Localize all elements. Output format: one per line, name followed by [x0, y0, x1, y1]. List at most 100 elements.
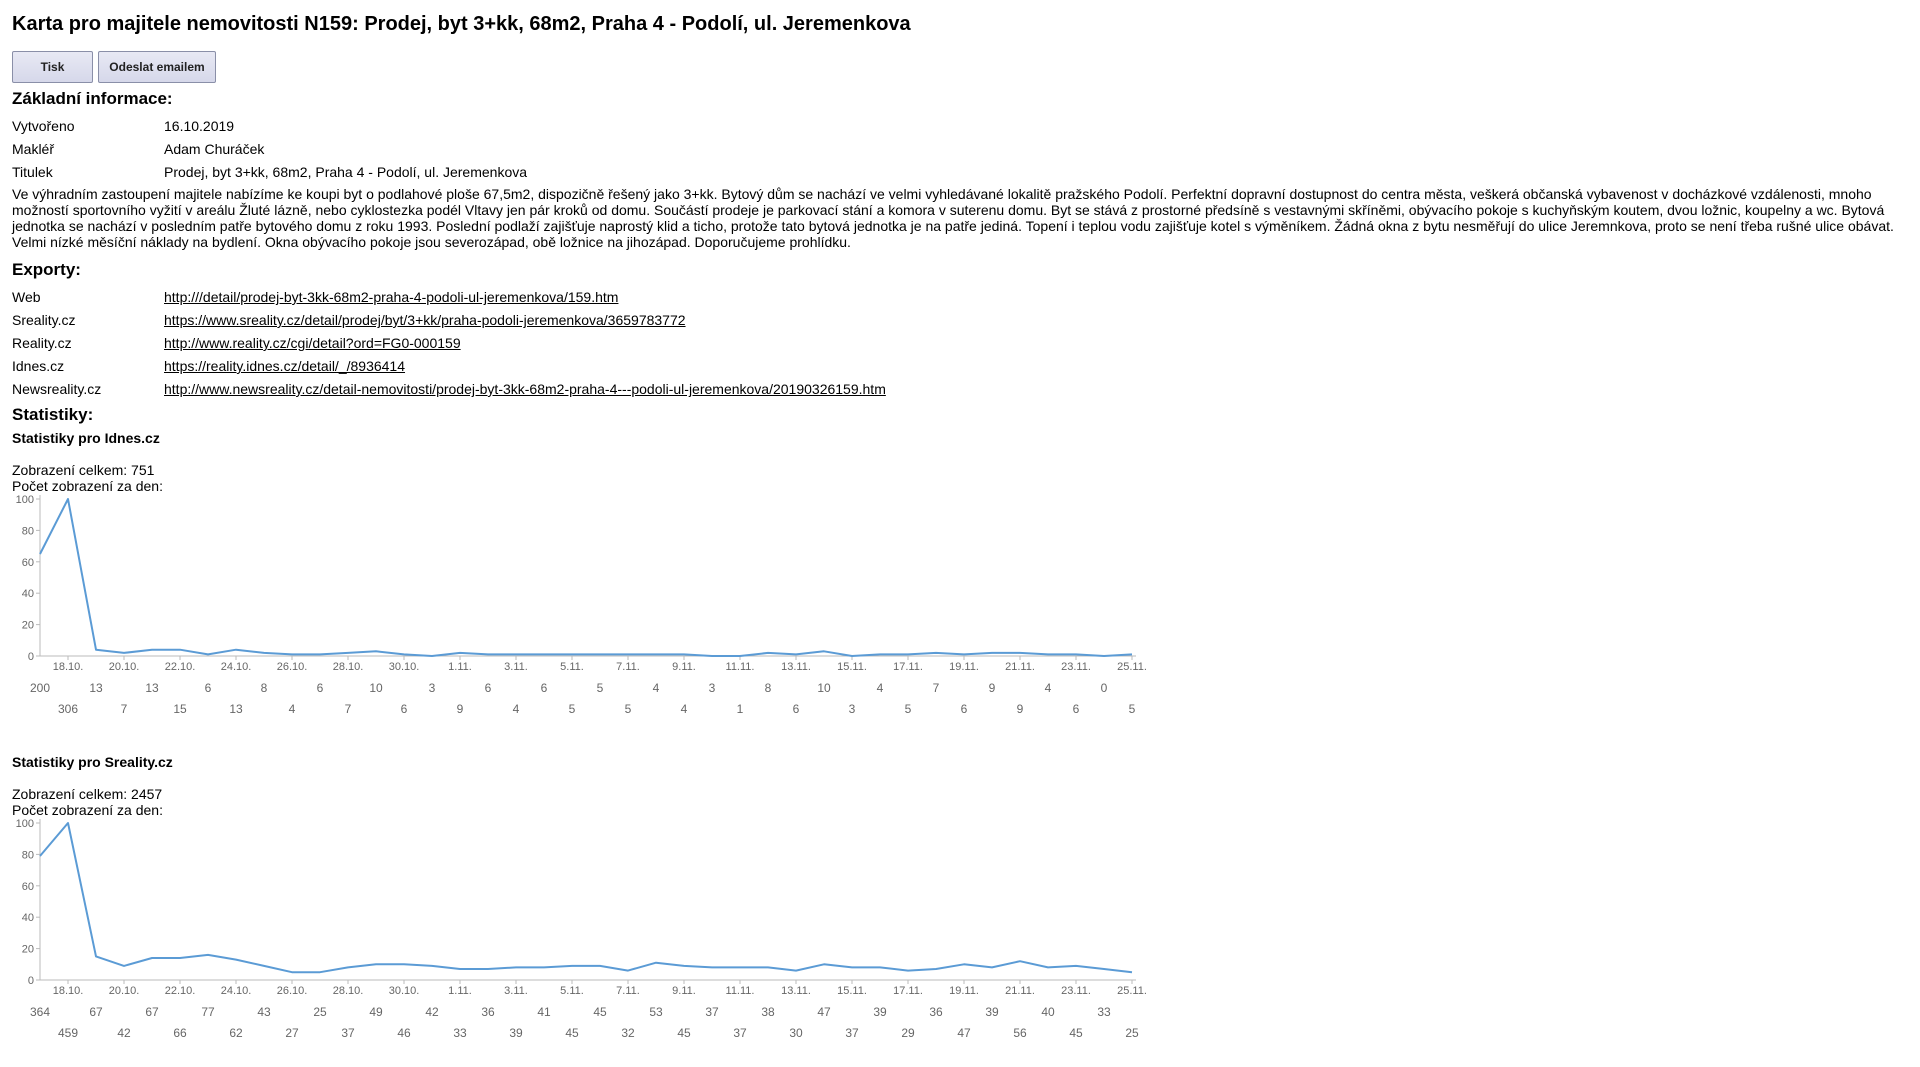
data-point	[234, 648, 238, 652]
daily-count-label: 43	[257, 1005, 271, 1019]
data-point	[878, 965, 882, 969]
daily-count-label: 459	[58, 1026, 78, 1040]
x-tick-label: 24.10.	[221, 661, 252, 673]
x-tick-label: 1.11.	[448, 985, 472, 997]
data-point	[66, 497, 70, 501]
daily-count-label: 5	[597, 681, 604, 695]
y-tick-label: 100	[16, 818, 34, 830]
export-link-idnes[interactable]: https://reality.idnes.cz/detail/_/893641…	[164, 358, 405, 374]
created-value: 16.10.2019	[164, 118, 235, 134]
statistics-heading: Statistiky:	[12, 405, 94, 424]
data-point	[318, 652, 322, 656]
data-point	[318, 970, 322, 974]
daily-count-label: 9	[1017, 702, 1024, 716]
agent-label: Makléř	[12, 141, 55, 157]
x-tick-label: 26.10.	[277, 985, 308, 997]
daily-count-label: 8	[261, 681, 268, 695]
data-point	[178, 648, 182, 652]
data-point	[1018, 651, 1022, 655]
data-point	[374, 962, 378, 966]
data-point	[150, 956, 154, 960]
export-link-newsreality[interactable]: http://www.newsreality.cz/detail-nemovit…	[164, 381, 886, 397]
data-point	[990, 651, 994, 655]
y-tick-label: 20	[22, 944, 34, 956]
daily-count-label: 9	[457, 702, 464, 716]
daily-count-label: 200	[30, 681, 50, 695]
y-tick-label: 40	[22, 912, 34, 924]
data-point	[178, 956, 182, 960]
daily-count-label: 13	[229, 702, 243, 716]
daily-count-label: 0	[1101, 681, 1108, 695]
daily-count-label: 27	[285, 1026, 299, 1040]
daily-count-label: 6	[961, 702, 968, 716]
x-tick-label: 11.11.	[726, 985, 755, 997]
daily-count-label: 45	[565, 1026, 579, 1040]
data-point	[850, 965, 854, 969]
daily-count-label: 13	[89, 681, 103, 695]
x-tick-label: 25.11.	[1117, 661, 1147, 673]
daily-count-label: 3	[429, 681, 436, 695]
data-point	[38, 552, 42, 556]
data-point	[374, 649, 378, 653]
data-point	[850, 654, 854, 658]
data-point	[710, 654, 714, 658]
daily-count-label: 6	[205, 681, 212, 695]
data-point	[1130, 970, 1134, 974]
daily-count-label: 25	[313, 1005, 327, 1019]
x-tick-label: 5.11.	[560, 661, 584, 673]
x-tick-label: 17.11.	[893, 985, 923, 997]
data-point	[514, 652, 518, 656]
daily-count-label: 39	[873, 1005, 887, 1019]
x-tick-label: 28.10.	[333, 661, 364, 673]
basic-info-heading: Základní informace:	[12, 89, 173, 108]
daily-count-label: 7	[933, 681, 940, 695]
daily-count-label: 15	[173, 702, 187, 716]
daily-count-label: 3	[709, 681, 716, 695]
export-link-reality[interactable]: http://www.reality.cz/cgi/detail?ord=FG0…	[164, 335, 461, 351]
daily-count-label: 7	[121, 702, 128, 716]
daily-count-label: 7	[345, 702, 352, 716]
data-point	[682, 964, 686, 968]
x-tick-label: 9.11.	[672, 985, 696, 997]
daily-count-label: 5	[569, 702, 576, 716]
daily-count-label: 33	[453, 1026, 467, 1040]
data-point	[1046, 965, 1050, 969]
data-point	[962, 962, 966, 966]
daily-count-label: 10	[817, 681, 831, 695]
x-tick-label: 26.10.	[277, 661, 308, 673]
send-email-button[interactable]: Odeslat emailem	[98, 51, 216, 83]
data-point	[598, 652, 602, 656]
data-point	[430, 654, 434, 658]
print-button[interactable]: Tisk	[12, 51, 93, 83]
x-tick-label: 25.11.	[1117, 985, 1147, 997]
daily-count-label: 77	[201, 1005, 215, 1019]
data-point	[262, 651, 266, 655]
data-point	[514, 965, 518, 969]
data-point	[542, 652, 546, 656]
daily-count-label: 3	[849, 702, 856, 716]
x-tick-label: 30.10.	[389, 985, 420, 997]
daily-count-label: 47	[817, 1005, 831, 1019]
daily-count-label: 4	[289, 702, 296, 716]
y-tick-label: 20	[22, 620, 34, 632]
data-point	[486, 967, 490, 971]
x-tick-label: 24.10.	[221, 985, 252, 997]
views-series-line	[39, 498, 1133, 657]
daily-count-label: 4	[1045, 681, 1052, 695]
data-point	[346, 965, 350, 969]
data-point	[738, 654, 742, 658]
export-label: Sreality.cz	[12, 312, 76, 328]
export-link-sreality[interactable]: https://www.sreality.cz/detail/prodej/by…	[164, 312, 686, 328]
daily-count-label: 6	[1073, 702, 1080, 716]
sreality-stats-heading: Statistiky pro Sreality.cz	[12, 754, 173, 770]
y-tick-label: 0	[28, 975, 34, 987]
x-tick-label: 20.10.	[109, 661, 140, 673]
data-point	[234, 958, 238, 962]
data-point	[1102, 654, 1106, 658]
export-link-web[interactable]: http:///detail/prodej-byt-3kk-68m2-praha…	[164, 289, 618, 305]
data-point	[654, 961, 658, 965]
export-label: Newsreality.cz	[12, 381, 102, 397]
daily-count-label: 6	[485, 681, 492, 695]
daily-count-label: 37	[733, 1026, 747, 1040]
data-point	[430, 964, 434, 968]
